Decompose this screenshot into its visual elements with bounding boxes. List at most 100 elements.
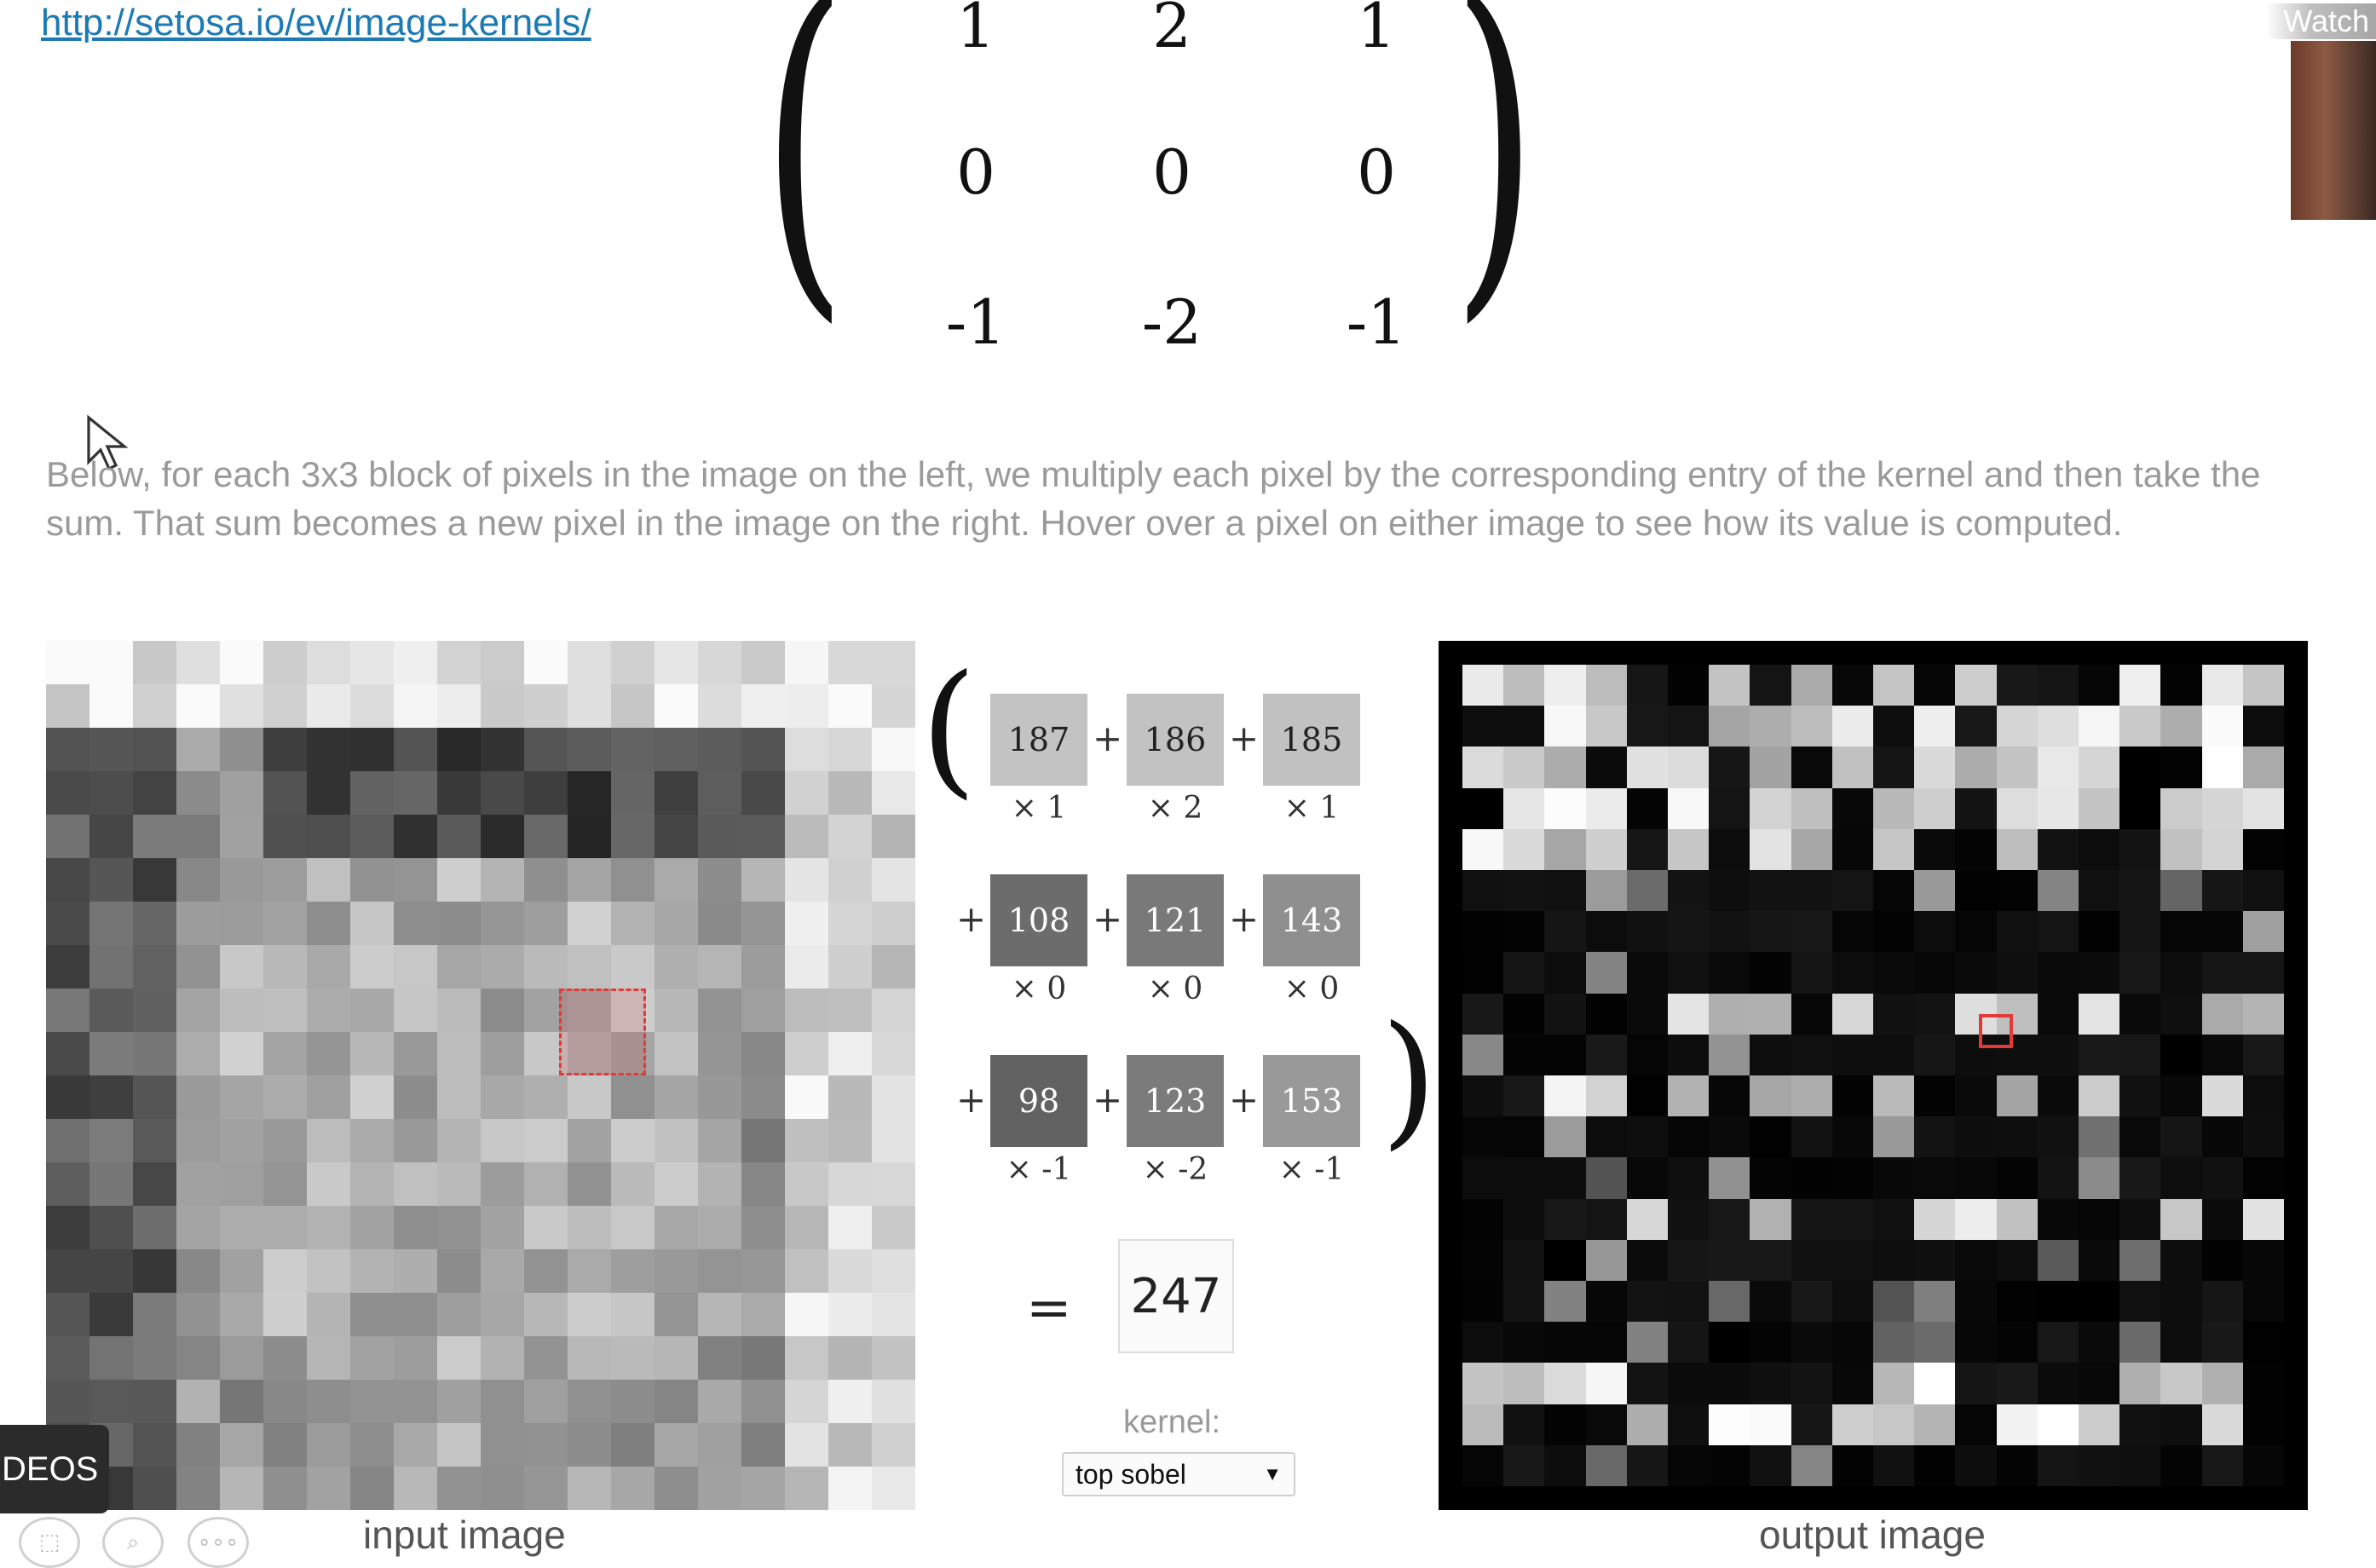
pixel-value-cell[interactable]: 187 <box>990 694 1087 786</box>
output-pixel[interactable] <box>1585 828 1627 870</box>
output-pixel[interactable] <box>1873 1157 1915 1199</box>
input-pixel[interactable] <box>568 641 611 684</box>
input-pixel[interactable] <box>437 1423 481 1467</box>
output-pixel[interactable] <box>1873 706 1915 747</box>
output-pixel[interactable] <box>1955 1198 1997 1240</box>
output-pixel[interactable] <box>2037 952 2079 994</box>
output-pixel[interactable] <box>1791 1198 1832 1240</box>
output-pixel[interactable] <box>1750 1116 1791 1158</box>
output-pixel[interactable] <box>1750 665 1791 706</box>
output-pixel[interactable] <box>2119 1404 2161 1445</box>
input-pixel[interactable] <box>568 858 611 902</box>
output-pixel[interactable] <box>2079 1075 2120 1117</box>
output-pixel[interactable] <box>1544 1322 1586 1363</box>
input-pixel[interactable] <box>872 1293 915 1336</box>
output-pixel[interactable] <box>1955 1075 1997 1117</box>
output-pixel[interactable] <box>1831 1034 1873 1075</box>
output-pixel[interactable] <box>1831 828 1873 870</box>
input-pixel[interactable] <box>46 684 89 728</box>
output-pixel[interactable] <box>1503 952 1545 994</box>
input-pixel[interactable] <box>568 1119 611 1162</box>
output-pixel[interactable] <box>2160 787 2202 829</box>
output-pixel[interactable] <box>1996 1444 2038 1486</box>
output-pixel[interactable] <box>2242 1444 2284 1486</box>
output-pixel[interactable] <box>1831 952 1873 994</box>
input-pixel[interactable] <box>263 1336 307 1380</box>
input-pixel[interactable] <box>307 1336 350 1380</box>
output-pixel[interactable] <box>1914 706 1956 747</box>
output-pixel[interactable] <box>1668 1363 1710 1404</box>
output-pixel[interactable] <box>1914 993 1956 1035</box>
input-pixel[interactable] <box>220 858 263 902</box>
input-pixel[interactable] <box>263 858 307 902</box>
output-pixel[interactable] <box>1750 1404 1791 1445</box>
output-pixel[interactable] <box>1544 665 1586 706</box>
input-pixel[interactable] <box>655 858 698 902</box>
output-pixel[interactable] <box>2079 1157 2120 1199</box>
input-pixel[interactable] <box>307 1119 350 1162</box>
output-pixel[interactable] <box>1544 1157 1586 1199</box>
output-pixel[interactable] <box>2037 706 2079 747</box>
input-pixel[interactable] <box>133 1467 176 1510</box>
input-pixel[interactable] <box>524 1293 568 1336</box>
input-pixel[interactable] <box>611 902 655 945</box>
input-pixel[interactable] <box>524 1206 568 1249</box>
input-pixel[interactable] <box>46 771 89 815</box>
input-pixel[interactable] <box>872 1249 915 1293</box>
input-pixel[interactable] <box>872 641 915 684</box>
output-pixel[interactable] <box>1462 993 1504 1035</box>
input-pixel[interactable] <box>307 684 350 728</box>
input-pixel[interactable] <box>698 902 741 945</box>
output-pixel[interactable] <box>1914 1116 1956 1158</box>
input-pixel[interactable] <box>611 1467 655 1510</box>
input-pixel[interactable] <box>133 1032 176 1075</box>
input-pixel[interactable] <box>437 1119 481 1162</box>
output-pixel[interactable] <box>1626 1281 1668 1323</box>
output-pixel[interactable] <box>2201 1034 2243 1075</box>
input-pixel[interactable] <box>698 1293 741 1336</box>
input-pixel[interactable] <box>655 1380 698 1423</box>
input-pixel[interactable] <box>394 902 437 945</box>
input-pixel[interactable] <box>89 1075 133 1119</box>
input-pixel[interactable] <box>350 1075 394 1119</box>
input-pixel[interactable] <box>350 771 394 815</box>
output-pixel[interactable] <box>1626 1075 1668 1117</box>
setosa-link[interactable]: http://setosa.io/ev/image-kernels/ <box>41 2 591 44</box>
output-pixel[interactable] <box>2242 828 2284 870</box>
output-pixel[interactable] <box>1831 706 1873 747</box>
input-pixel[interactable] <box>785 1162 828 1206</box>
output-pixel[interactable] <box>1544 1239 1586 1281</box>
output-pixel[interactable] <box>1585 1404 1627 1445</box>
output-pixel[interactable] <box>1709 952 1750 994</box>
input-pixel[interactable] <box>785 684 828 728</box>
output-pixel[interactable] <box>1955 1281 1997 1323</box>
input-pixel[interactable] <box>394 1119 437 1162</box>
input-pixel[interactable] <box>394 858 437 902</box>
input-pixel[interactable] <box>568 1249 611 1293</box>
output-pixel[interactable] <box>1873 1116 1915 1158</box>
output-pixel[interactable] <box>1462 706 1504 747</box>
input-pixel[interactable] <box>220 728 263 771</box>
output-pixel[interactable] <box>1585 787 1627 829</box>
input-pixel[interactable] <box>307 989 350 1032</box>
output-pixel[interactable] <box>2037 787 2079 829</box>
input-pixel[interactable] <box>307 858 350 902</box>
output-pixel[interactable] <box>1462 952 1504 994</box>
output-pixel[interactable] <box>2079 952 2120 994</box>
output-pixel[interactable] <box>1626 1239 1668 1281</box>
output-pixel[interactable] <box>2242 747 2284 788</box>
input-pixel[interactable] <box>133 1162 176 1206</box>
input-pixel[interactable] <box>698 684 741 728</box>
output-pixel[interactable] <box>1873 1239 1915 1281</box>
input-pixel[interactable] <box>307 1162 350 1206</box>
input-pixel[interactable] <box>828 1032 872 1075</box>
input-pixel[interactable] <box>89 902 133 945</box>
output-pixel[interactable] <box>1668 1034 1710 1075</box>
output-pixel[interactable] <box>2037 828 2079 870</box>
input-pixel[interactable] <box>89 1119 133 1162</box>
input-pixel[interactable] <box>698 1075 741 1119</box>
input-pixel[interactable] <box>872 1075 915 1119</box>
input-pixel[interactable] <box>828 1467 872 1510</box>
input-pixel[interactable] <box>481 1075 524 1119</box>
output-pixel[interactable] <box>1791 1363 1832 1404</box>
